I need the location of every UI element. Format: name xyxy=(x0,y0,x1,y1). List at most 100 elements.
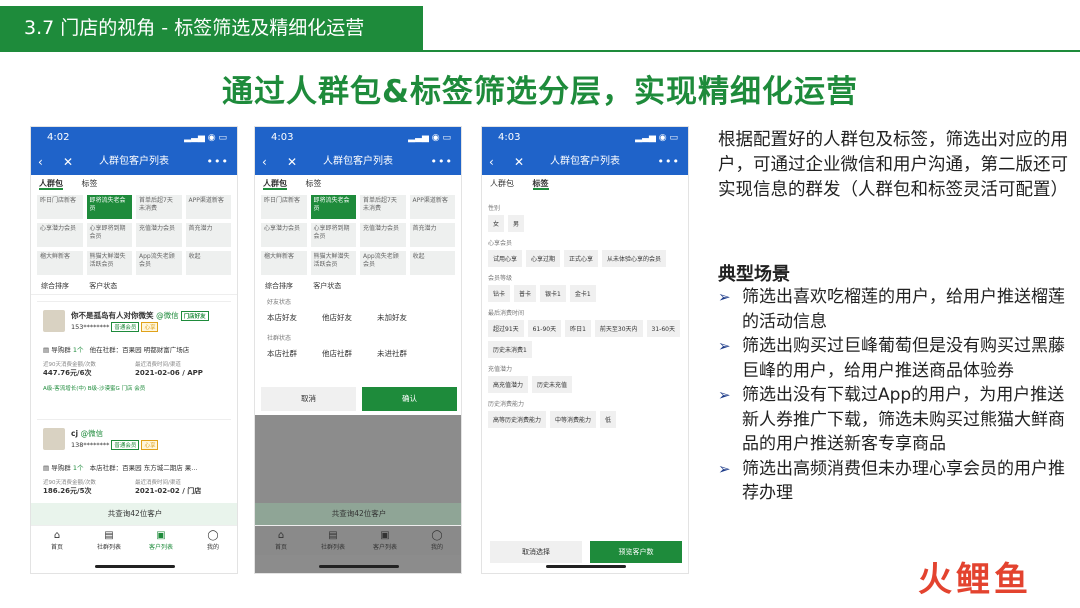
filter-chip[interactable]: 前天至30天内 xyxy=(594,320,643,337)
filter-chip[interactable]: 从未体验心享的会员 xyxy=(602,250,667,267)
tab-tags[interactable]: 标签 xyxy=(532,179,549,190)
filter-chip[interactable]: 金卡1 xyxy=(569,285,596,302)
crowd-tag[interactable]: 昨日门店新客 xyxy=(261,195,307,219)
filter-chip[interactable]: 31-60天 xyxy=(646,320,680,337)
signal-icon: ▂▃▅ ◉ ▭ xyxy=(184,133,227,143)
filter-chip[interactable]: 中等消费能力 xyxy=(550,411,597,428)
tab-crowd[interactable]: 人群包 xyxy=(263,179,287,190)
back-icon[interactable]: ‹ xyxy=(38,149,43,175)
crowd-tag[interactable]: 心享即将到期会员 xyxy=(86,223,132,247)
customer-status-dropdown[interactable]: 客户状态 xyxy=(313,282,341,290)
close-icon[interactable]: ✕ xyxy=(514,149,524,175)
cancel-button[interactable]: 取消 xyxy=(261,387,356,411)
tab-groups[interactable]: ▤ 社群列表 xyxy=(307,526,359,555)
crowd-tag[interactable]: App流失老顾会员 xyxy=(136,251,182,275)
filter-chip[interactable]: 女 xyxy=(488,215,505,232)
group-list-icon: ▤ xyxy=(104,530,114,541)
tab-crowd[interactable]: 人群包 xyxy=(39,179,63,190)
option[interactable]: 本店社群 xyxy=(267,348,322,359)
crowd-tag-selected[interactable]: 即将流失老会员 xyxy=(86,195,132,219)
tab-home[interactable]: ⌂ 首页 xyxy=(31,526,83,555)
tab-home[interactable]: ⌂ 首页 xyxy=(255,526,307,555)
filter-chip[interactable]: 钻卡 xyxy=(488,285,511,302)
section-title: 历史消费能力 xyxy=(488,401,525,408)
filter-chip[interactable]: 高充值潜力 xyxy=(488,376,529,393)
crowd-tag[interactable]: 心享潜力会员 xyxy=(37,223,83,247)
tab-customers[interactable]: ▣ 客户列表 xyxy=(359,526,411,555)
tab-customers[interactable]: ▣ 客户列表 xyxy=(135,526,187,555)
preview-count-button[interactable]: 预览客户数 xyxy=(590,541,682,563)
crowd-tag[interactable]: 心享即将到期会员 xyxy=(310,223,356,247)
close-icon[interactable]: ✕ xyxy=(287,149,297,175)
close-icon[interactable]: ✕ xyxy=(63,149,73,175)
status-time: 4:03 xyxy=(498,132,521,143)
customer-name: cj @微信 xyxy=(71,429,104,438)
more-icon[interactable]: ••• xyxy=(207,149,229,175)
crowd-tag[interactable]: 熊猫大鲜潜失活跃会员 xyxy=(310,251,356,275)
filter-chip[interactable]: 男 xyxy=(508,215,525,232)
crowd-tag[interactable]: 首充潜力 xyxy=(185,223,231,247)
option[interactable]: 本店好友 xyxy=(267,312,322,323)
scenario-item: ➢ 筛选出高频消费但未办理心享会员的用户推荐办理 xyxy=(718,457,1068,506)
filter-chip[interactable]: 银卡1 xyxy=(540,285,566,302)
customer-card[interactable]: 你不是孤岛有人对你微笑 @微信 门店好友 153******** 普通会员 心享 ▤ … xyxy=(37,301,231,413)
collapse-tags[interactable]: 收起 xyxy=(185,251,231,275)
filter-chip[interactable]: 正式心享 xyxy=(564,250,599,267)
customer-status-dropdown[interactable]: 客户状态 xyxy=(89,282,117,290)
back-icon[interactable]: ‹ xyxy=(489,149,494,175)
bottom-tabbar: ⌂ 首页 ▤ 社群列表 ▣ 客户列表 ◯ 我的 xyxy=(31,525,237,555)
filter-chip[interactable]: 高等历史消费能力 xyxy=(488,411,547,428)
more-icon[interactable]: ••• xyxy=(431,149,453,175)
crowd-tag[interactable]: 榴大鲜新客 xyxy=(261,251,307,275)
crowd-tag[interactable]: 首单后超7天未消费 xyxy=(136,195,182,219)
crowd-tag[interactable]: 榴大鲜新客 xyxy=(37,251,83,275)
crowd-tag[interactable]: APP渠道新客 xyxy=(185,195,231,219)
option[interactable]: 未进社群 xyxy=(377,348,432,359)
crowd-tag[interactable]: 充值潜力会员 xyxy=(360,223,406,247)
confirm-button[interactable]: 确认 xyxy=(362,387,457,411)
total-count: 共查询42位客户 xyxy=(255,503,461,525)
tab-tags[interactable]: 标签 xyxy=(306,179,322,188)
group-row: ▤ 导购群 1个 本店社群：百果园 东方城二期店 果... xyxy=(43,464,198,472)
tab-groups[interactable]: ▤ 社群列表 xyxy=(83,526,135,555)
crowd-tag[interactable]: 首充潜力 xyxy=(409,223,455,247)
tab-crowd[interactable]: 人群包 xyxy=(490,179,514,188)
option[interactable]: 他店社群 xyxy=(322,348,377,359)
tab-me[interactable]: ◯ 我的 xyxy=(187,526,237,555)
crowd-tag[interactable]: 心享潜力会员 xyxy=(261,223,307,247)
home-indicator xyxy=(95,565,175,568)
status-time: 4:03 xyxy=(271,132,294,143)
option[interactable]: 未加好友 xyxy=(377,312,432,323)
filter-chip[interactable]: 低 xyxy=(600,411,617,428)
filter-chip[interactable]: 历史未消费1 xyxy=(488,341,532,358)
crowd-tag[interactable]: APP渠道新客 xyxy=(409,195,455,219)
crowd-tag[interactable]: 充值潜力会员 xyxy=(136,223,182,247)
customer-tags: A级-客流增长(中) B级-沙漠蜜G 门店 会员 xyxy=(43,386,146,392)
filter-chip[interactable]: 历史未充值 xyxy=(532,376,573,393)
option[interactable]: 他店好友 xyxy=(322,312,377,323)
filter-chip[interactable]: 普卡 xyxy=(514,285,537,302)
tab-tags[interactable]: 标签 xyxy=(82,179,98,188)
arrow-bullet-icon: ➢ xyxy=(718,337,731,355)
crowd-tag[interactable]: 熊猫大鲜潜失活跃会员 xyxy=(86,251,132,275)
sort-dropdown[interactable]: 综合排序 xyxy=(41,282,69,290)
sort-dropdown[interactable]: 综合排序 xyxy=(265,282,293,290)
filter-chip[interactable]: 心享过期 xyxy=(526,250,561,267)
collapse-tags[interactable]: 收起 xyxy=(409,251,455,275)
back-icon[interactable]: ‹ xyxy=(262,149,267,175)
scenario-item: ➢ 筛选出没有下载过App的用户，为用户推送新人券推广下载，筛选未购买过熊猫大鲜商… xyxy=(718,383,1068,457)
tab-me[interactable]: ◯ 我的 xyxy=(411,526,461,555)
crowd-tag-selected[interactable]: 即将流失老会员 xyxy=(310,195,356,219)
crowd-tag[interactable]: 首单后超7天未消费 xyxy=(360,195,406,219)
clear-selection-button[interactable]: 取消选择 xyxy=(490,541,582,563)
signal-icon: ▂▃▅ ◉ ▭ xyxy=(408,133,451,143)
filter-chip[interactable]: 昨日1 xyxy=(565,320,591,337)
crowd-tag[interactable]: App流失老顾会员 xyxy=(360,251,406,275)
crowd-tag[interactable]: 昨日门店新客 xyxy=(37,195,83,219)
more-icon[interactable]: ••• xyxy=(658,149,680,175)
filter-chip[interactable]: 61-90天 xyxy=(527,320,562,337)
filter-chip[interactable]: 超过91天 xyxy=(488,320,524,337)
filter-chip[interactable]: 试用心享 xyxy=(488,250,523,267)
section-title: 心享会员 xyxy=(488,240,513,247)
user-icon: ◯ xyxy=(207,530,219,541)
